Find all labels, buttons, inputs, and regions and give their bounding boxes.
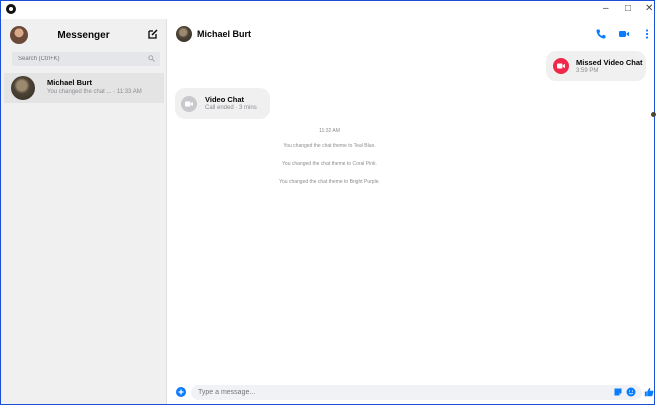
avatar: [11, 76, 35, 100]
chat-pane: Michael Burt Missed Video Chat 3:59 PM V…: [167, 19, 656, 404]
phone-icon[interactable]: [595, 28, 607, 40]
system-message: You changed the chat theme to Coral Pink…: [282, 161, 377, 167]
close-button[interactable]: ✕: [645, 3, 653, 15]
sidebar: Messenger Michael Burt You changed the c…: [1, 19, 167, 404]
conversation-name: Michael Burt: [47, 78, 93, 87]
message-input[interactable]: [191, 385, 642, 400]
thumbs-up-icon[interactable]: [644, 387, 654, 397]
message-title: Missed Video Chat: [576, 58, 643, 67]
compose-icon[interactable]: [148, 29, 158, 39]
system-message: You changed the chat theme to Teal Blue.: [283, 143, 376, 149]
message-title: Video Chat: [205, 95, 245, 104]
add-icon[interactable]: [176, 387, 186, 397]
sticker-icon[interactable]: [613, 387, 623, 397]
maximize-button[interactable]: □: [625, 3, 631, 15]
timestamp-divider: 11:32 AM: [319, 128, 340, 134]
missed-video-icon: [553, 58, 569, 74]
video-camera-icon[interactable]: [618, 28, 630, 40]
sidebar-title: Messenger: [57, 30, 110, 41]
contact-name[interactable]: Michael Burt: [197, 29, 251, 39]
title-bar: – □ ✕: [1, 1, 654, 19]
message-subtitle: Call ended · 3 mins: [205, 105, 257, 111]
sidebar-header: Messenger: [1, 19, 166, 51]
conversation-item[interactable]: Michael Burt You changed the chat ... · …: [4, 73, 164, 103]
video-chat-message[interactable]: Video Chat Call ended · 3 mins: [175, 88, 270, 119]
composer: [167, 382, 654, 404]
emoji-icon[interactable]: [626, 387, 636, 397]
seen-avatar: [651, 112, 656, 117]
missed-video-chat-message[interactable]: Missed Video Chat 3:59 PM: [546, 51, 646, 81]
system-message: You changed the chat theme to Bright Pur…: [279, 179, 380, 185]
messenger-window: – □ ✕ Messenger Michael Burt You changed…: [0, 0, 656, 405]
search-icon[interactable]: [148, 55, 155, 62]
chat-header: Michael Burt: [167, 19, 654, 49]
more-options-icon[interactable]: [641, 28, 653, 40]
messenger-icon: [6, 4, 16, 14]
minimize-button[interactable]: –: [603, 3, 609, 15]
message-time: 3:59 PM: [576, 68, 599, 74]
video-icon: [181, 96, 197, 112]
search-input[interactable]: [12, 52, 160, 66]
avatar[interactable]: [176, 26, 192, 42]
conversation-snippet: You changed the chat ... · 11:33 AM: [47, 89, 142, 95]
